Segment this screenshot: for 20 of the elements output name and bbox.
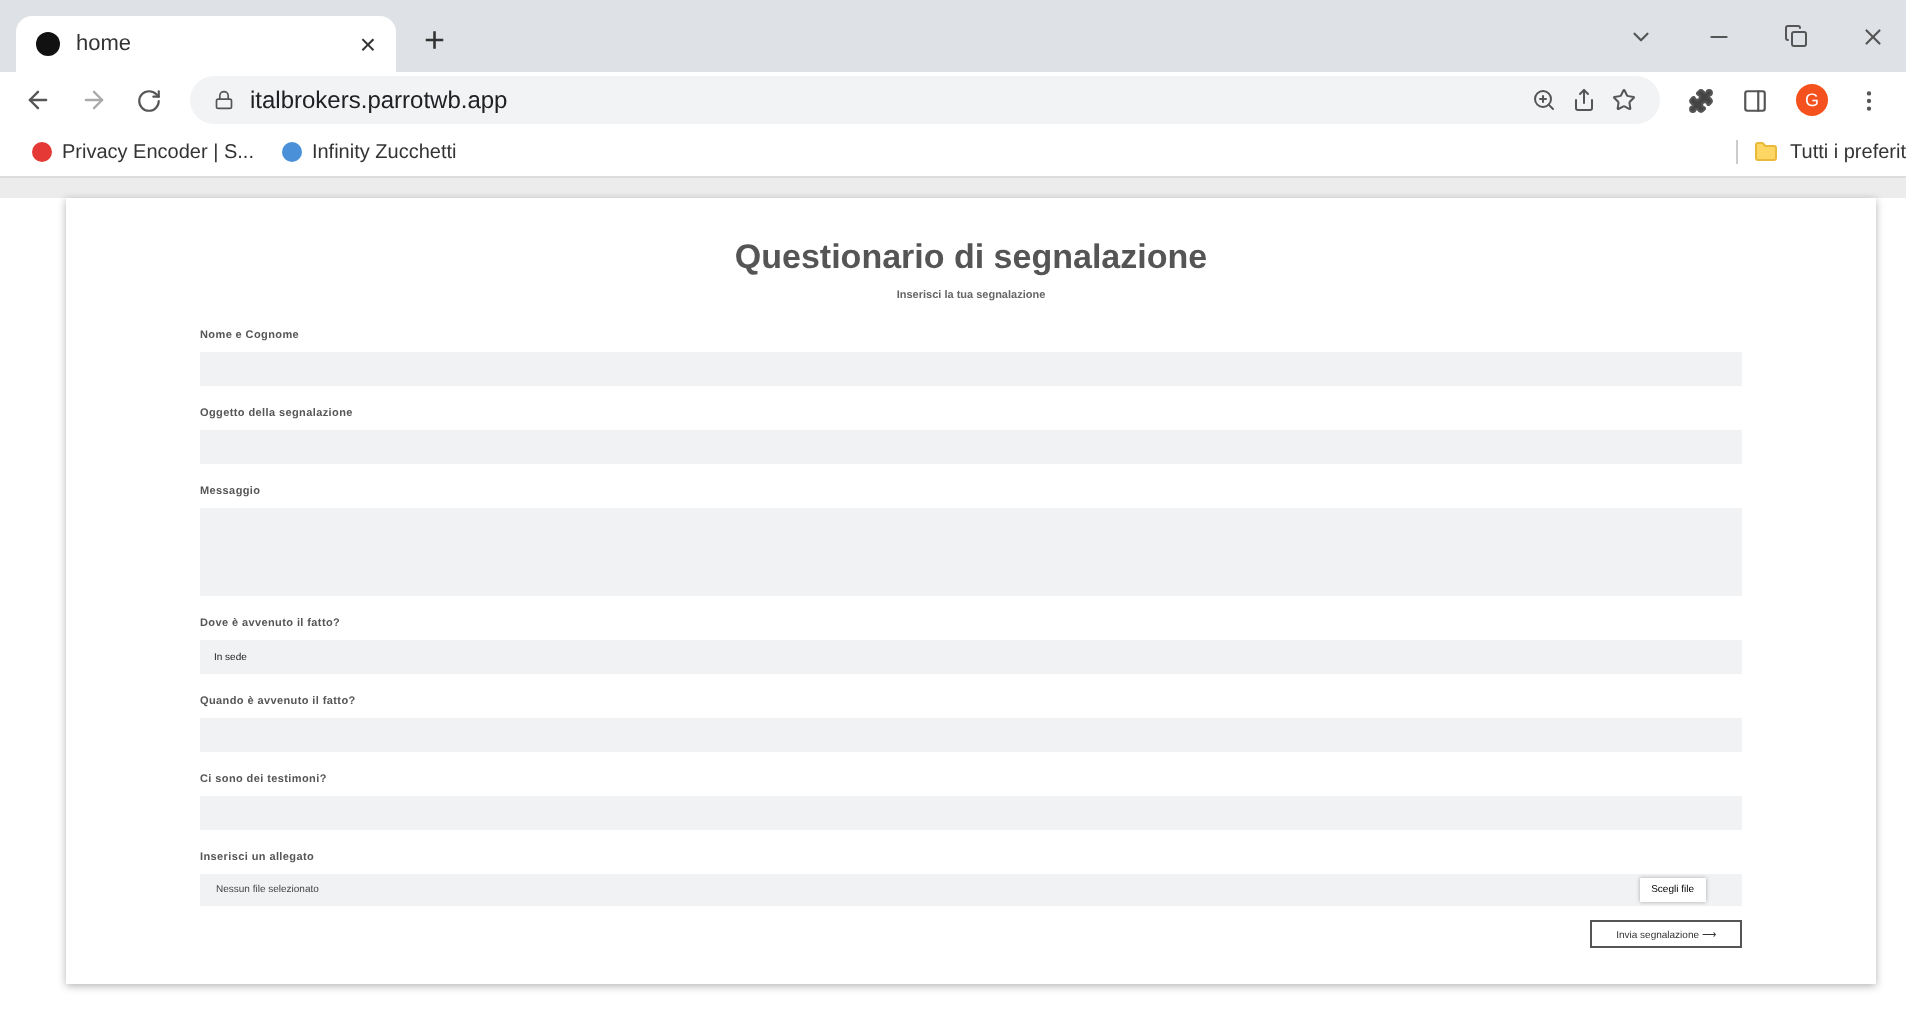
side-panel-icon[interactable] [1742,87,1768,113]
zoom-icon[interactable] [1532,88,1556,112]
tab-close-button[interactable]: × [359,28,376,60]
favicon-icon [36,32,60,56]
share-icon[interactable] [1572,88,1596,112]
form-title: Questionario di segnalazione [732,238,1210,278]
close-icon[interactable] [1860,23,1886,49]
restore-icon[interactable] [1784,23,1808,47]
folder-icon [1754,140,1779,164]
new-tab-button[interactable]: + [424,20,446,62]
all-bookmarks-button[interactable]: Tutti i preferit [1736,140,1906,164]
reload-icon[interactable] [136,87,162,113]
bookmark-item[interactable]: Privacy Encoder | S... [32,141,254,163]
address-bar[interactable]: italbrokers.parrotwb.app [190,76,1660,124]
extensions-icon[interactable] [1688,87,1714,113]
browser-tab[interactable]: home × [16,16,396,72]
back-icon[interactable] [24,86,52,114]
lock-icon [214,90,234,110]
bookmark-item[interactable]: Infinity Zucchetti [281,141,457,163]
bookmark-star-icon[interactable] [1612,88,1636,112]
